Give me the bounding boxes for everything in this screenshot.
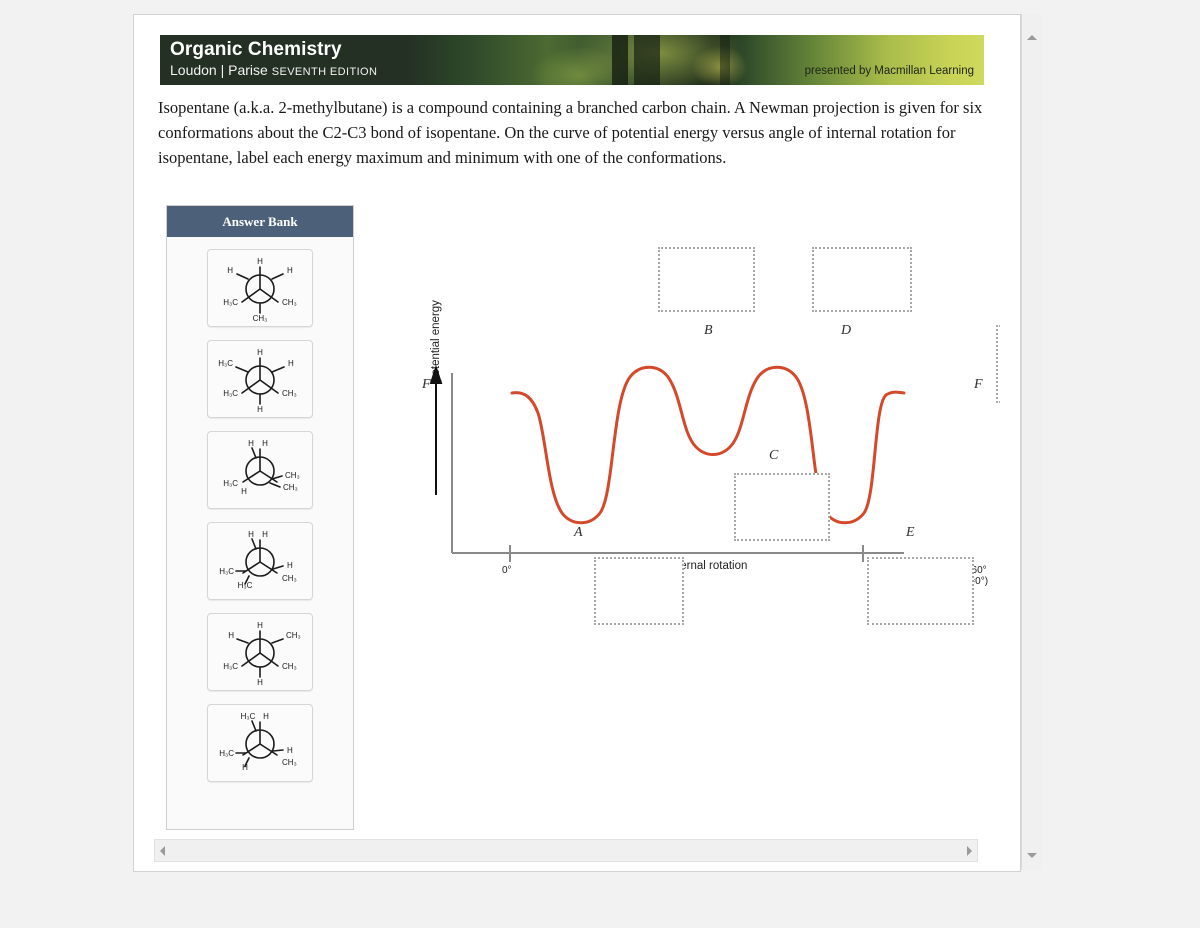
svg-text:H: H bbox=[257, 678, 263, 687]
svg-text:H: H bbox=[227, 266, 233, 275]
potential-energy-curve bbox=[510, 365, 906, 525]
answer-bank-item-5[interactable]: H H CH₃ H₃C CH₃ H bbox=[207, 613, 313, 691]
answer-bank-title: Answer Bank bbox=[167, 206, 353, 237]
svg-text:CH₃: CH₃ bbox=[282, 574, 297, 583]
svg-text:H: H bbox=[262, 439, 268, 448]
svg-text:CH₃: CH₃ bbox=[283, 483, 298, 492]
dropzone-endpoint-f[interactable] bbox=[996, 325, 1000, 403]
svg-text:H: H bbox=[257, 257, 263, 266]
svg-text:H₃C: H₃C bbox=[223, 389, 238, 398]
scroll-up-arrow-icon[interactable] bbox=[1022, 28, 1042, 46]
scroll-right-arrow-icon[interactable] bbox=[967, 846, 972, 856]
curve-label-e: E bbox=[906, 525, 915, 540]
newman-projection-3-icon: H H CH₃ CH₃ H₃C H bbox=[223, 439, 300, 496]
newman-projection-2-icon: H H₃C H H₃C CH₃ H bbox=[218, 348, 297, 414]
exercise-window: Organic Chemistry Loudon | Parise SEVENT… bbox=[133, 14, 1021, 872]
svg-text:H: H bbox=[241, 487, 247, 496]
answer-bank-item-2[interactable]: H H₃C H H₃C CH₃ H bbox=[207, 340, 313, 418]
svg-text:H₃C: H₃C bbox=[241, 712, 256, 721]
svg-text:H: H bbox=[288, 359, 294, 368]
svg-text:CH₃: CH₃ bbox=[282, 389, 297, 398]
curve-label-a: A bbox=[574, 525, 583, 540]
answer-bank-item-4[interactable]: H H H CH₃ H₃C H₃C bbox=[207, 522, 313, 600]
energy-arrow-icon bbox=[429, 364, 443, 495]
svg-text:CH₃: CH₃ bbox=[285, 471, 300, 480]
answer-bank-list: H H H H₃C CH₃ CH₃ H H₃C H H₃C CH₃ H H H … bbox=[167, 237, 353, 782]
x-tick-label-0: 0° bbox=[502, 565, 512, 576]
vertical-scrollbar[interactable] bbox=[1021, 14, 1042, 870]
dropzone-minimum-e[interactable] bbox=[867, 557, 974, 625]
svg-text:H: H bbox=[248, 530, 254, 539]
energy-diagram: potential energy F A B C D E F 0° 360° (… bbox=[394, 205, 1000, 635]
newman-projection-5-icon: H H CH₃ H₃C CH₃ H bbox=[223, 621, 301, 687]
banner-edition: SEVENTH EDITION bbox=[271, 66, 378, 78]
svg-text:H: H bbox=[257, 621, 263, 630]
svg-text:H₃C: H₃C bbox=[223, 298, 238, 307]
dropzone-minimum-c[interactable] bbox=[734, 473, 830, 541]
banner-authors-text: Loudon | Parise bbox=[170, 62, 268, 78]
answer-bank-item-6[interactable]: H₃C H H CH₃ H₃C H bbox=[207, 704, 313, 782]
svg-text:CH₃: CH₃ bbox=[286, 631, 301, 640]
svg-text:H: H bbox=[287, 266, 293, 275]
svg-text:CH₃: CH₃ bbox=[282, 662, 297, 671]
newman-projection-6-icon: H₃C H H CH₃ H₃C H bbox=[219, 712, 297, 772]
scroll-left-arrow-icon[interactable] bbox=[160, 846, 165, 856]
svg-text:CH₃: CH₃ bbox=[253, 314, 268, 323]
question-prompt: Isopentane (a.k.a. 2-methylbutane) is a … bbox=[158, 98, 983, 167]
banner-title: Organic Chemistry bbox=[170, 39, 342, 60]
svg-text:H₃C: H₃C bbox=[219, 749, 234, 758]
course-banner: Organic Chemistry Loudon | Parise SEVENT… bbox=[160, 35, 984, 85]
horizontal-scrollbar[interactable] bbox=[154, 839, 978, 862]
svg-text:H₃C: H₃C bbox=[223, 662, 238, 671]
newman-projection-4-icon: H H H CH₃ H₃C H₃C bbox=[219, 530, 297, 590]
answer-bank-item-1[interactable]: H H H H₃C CH₃ CH₃ bbox=[207, 249, 313, 327]
svg-text:H: H bbox=[242, 763, 248, 772]
content-viewport: Organic Chemistry Loudon | Parise SEVENT… bbox=[134, 15, 1000, 835]
svg-text:H: H bbox=[263, 712, 269, 721]
curve-label-c: C bbox=[769, 448, 779, 463]
svg-text:H: H bbox=[287, 746, 293, 755]
svg-text:H₃C: H₃C bbox=[223, 479, 238, 488]
curve-label-f-right: F bbox=[974, 377, 983, 392]
curve-label-f-left: F bbox=[422, 377, 431, 392]
svg-text:H: H bbox=[228, 631, 234, 640]
svg-text:H: H bbox=[262, 530, 268, 539]
svg-text:H: H bbox=[257, 405, 263, 414]
answer-bank-item-3[interactable]: H H CH₃ CH₃ H₃C H bbox=[207, 431, 313, 509]
svg-text:CH₃: CH₃ bbox=[282, 298, 297, 307]
svg-text:H₃C: H₃C bbox=[238, 581, 253, 590]
svg-text:H: H bbox=[257, 348, 263, 357]
newman-projection-1-icon: H H H H₃C CH₃ CH₃ bbox=[223, 257, 297, 323]
scroll-down-arrow-icon[interactable] bbox=[1022, 846, 1042, 864]
dropzone-maximum-d[interactable] bbox=[812, 247, 912, 312]
curve-label-b: B bbox=[704, 323, 713, 338]
dropzone-maximum-b[interactable] bbox=[658, 247, 755, 312]
svg-text:H₃C: H₃C bbox=[219, 567, 234, 576]
dropzone-minimum-a[interactable] bbox=[594, 557, 684, 625]
banner-authors: Loudon | Parise SEVENTH EDITION bbox=[170, 62, 377, 78]
answer-bank-panel: Answer Bank H H H H₃C CH₃ CH₃ H H₃C H H₃… bbox=[166, 205, 354, 830]
curve-label-d: D bbox=[841, 323, 852, 338]
svg-text:H: H bbox=[287, 561, 293, 570]
svg-text:CH₃: CH₃ bbox=[282, 758, 297, 767]
svg-text:H₃C: H₃C bbox=[218, 359, 233, 368]
banner-presented-by: presented by Macmillan Learning bbox=[804, 65, 974, 77]
svg-text:H: H bbox=[248, 439, 254, 448]
